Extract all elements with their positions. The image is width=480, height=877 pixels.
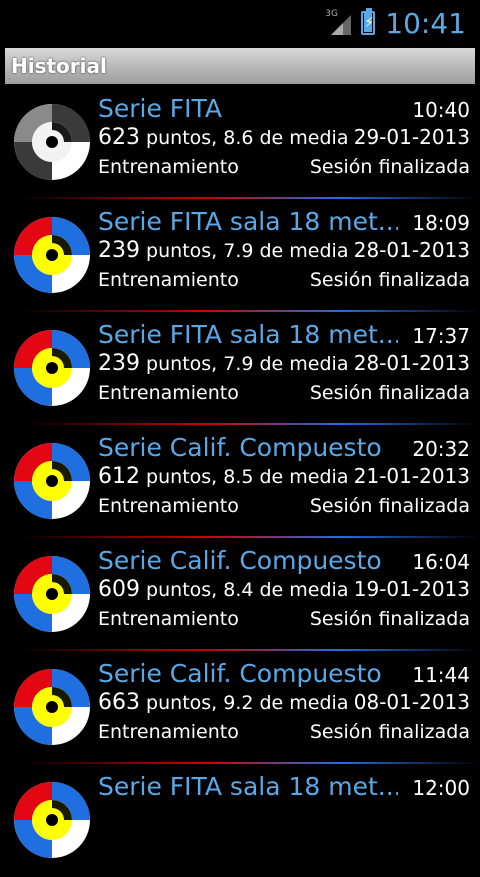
status-bar: 3G ⚡ 10:41 <box>0 0 480 46</box>
signal-icon: 3G <box>325 9 353 37</box>
session-time: 10:40 <box>412 98 470 122</box>
session-points: 623 puntos, 8.6 de media <box>98 125 349 150</box>
archery-logo-icon <box>14 217 90 293</box>
session-title: Serie Calif. Compuesto <box>98 433 382 462</box>
session-date: 19-01-2013 <box>353 577 470 601</box>
session-date: 29-01-2013 <box>353 125 470 149</box>
session-mode: Entrenamiento <box>98 156 239 178</box>
list-item[interactable]: Serie FITA sala 18 met... 17:37 239 punt… <box>0 312 480 425</box>
session-mode: Entrenamiento <box>98 269 239 291</box>
session-date: 21-01-2013 <box>353 464 470 488</box>
page-title: Historial <box>5 48 475 84</box>
session-points: 612 puntos, 8.5 de media <box>98 464 349 489</box>
session-mode: Entrenamiento <box>98 382 239 404</box>
history-list[interactable]: Serie FITA 10:40 623 puntos, 8.6 de medi… <box>0 86 480 877</box>
session-time: 11:44 <box>412 663 470 687</box>
session-mode: Entrenamiento <box>98 608 239 630</box>
session-state: Sesión finalizada <box>309 269 470 291</box>
session-state: Sesión finalizada <box>309 721 470 743</box>
session-time: 18:09 <box>412 211 470 235</box>
session-points: 609 puntos, 8.4 de media <box>98 577 349 602</box>
session-mode: Entrenamiento <box>98 495 239 517</box>
session-time: 12:00 <box>412 776 470 800</box>
list-item[interactable]: Serie FITA sala 18 met... 18:09 239 punt… <box>0 199 480 312</box>
archery-logo-icon <box>14 330 90 406</box>
session-title: Serie FITA <box>98 94 222 123</box>
list-item[interactable]: Serie FITA sala 18 met... 12:00 <box>0 764 480 877</box>
status-clock: 10:41 <box>385 6 466 40</box>
archery-logo-icon <box>14 104 90 180</box>
session-time: 17:37 <box>412 324 470 348</box>
session-title: Serie FITA sala 18 met... <box>98 320 398 349</box>
session-state: Sesión finalizada <box>309 382 470 404</box>
session-state: Sesión finalizada <box>309 608 470 630</box>
session-time: 16:04 <box>412 550 470 574</box>
session-title: Serie Calif. Compuesto <box>98 546 382 575</box>
session-date: 08-01-2013 <box>353 690 470 714</box>
session-date: 28-01-2013 <box>353 351 470 375</box>
session-date: 28-01-2013 <box>353 238 470 262</box>
battery-icon: ⚡ <box>361 8 376 35</box>
session-points: 239 puntos, 7.9 de media <box>98 351 349 376</box>
session-time: 20:32 <box>412 437 470 461</box>
session-mode: Entrenamiento <box>98 721 239 743</box>
session-state: Sesión finalizada <box>309 495 470 517</box>
session-title: Serie FITA sala 18 met... <box>98 207 398 236</box>
session-title: Serie Calif. Compuesto <box>98 659 382 688</box>
list-item[interactable]: Serie FITA 10:40 623 puntos, 8.6 de medi… <box>0 86 480 199</box>
archery-logo-icon <box>14 669 90 745</box>
list-item[interactable]: Serie Calif. Compuesto 20:32 612 puntos,… <box>0 425 480 538</box>
list-item[interactable]: Serie Calif. Compuesto 11:44 663 puntos,… <box>0 651 480 764</box>
session-points: 663 puntos, 9.2 de media <box>98 690 349 715</box>
session-state: Sesión finalizada <box>309 156 470 178</box>
session-title: Serie FITA sala 18 met... <box>98 772 398 801</box>
archery-logo-icon <box>14 443 90 519</box>
archery-logo-icon <box>14 556 90 632</box>
list-item[interactable]: Serie Calif. Compuesto 16:04 609 puntos,… <box>0 538 480 651</box>
network-type: 3G <box>325 9 338 19</box>
session-points: 239 puntos, 7.9 de media <box>98 238 349 263</box>
status-icons: 3G ⚡ <box>325 8 376 37</box>
archery-logo-icon <box>14 782 90 858</box>
